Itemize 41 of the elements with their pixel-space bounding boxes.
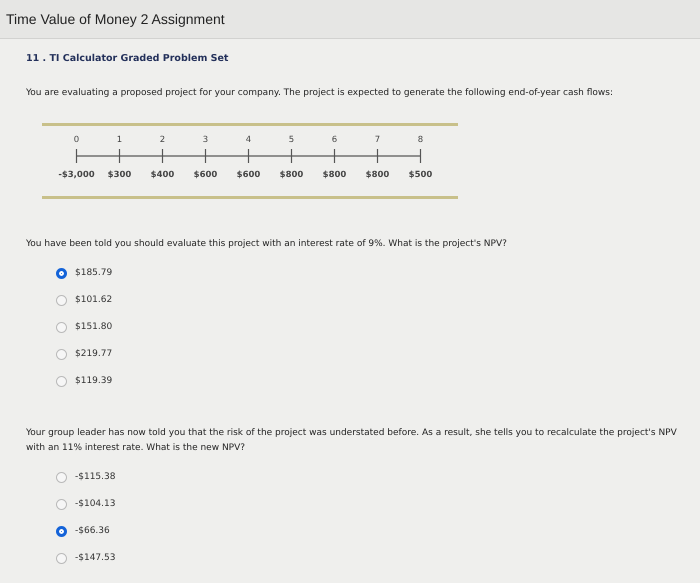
cash-flow-label: $800 <box>322 170 348 180</box>
cash-flow-label: -$3,000 <box>57 170 96 180</box>
option-label[interactable]: -$66.36 <box>75 526 110 536</box>
radio-button[interactable] <box>56 376 67 386</box>
option-label[interactable]: $119.39 <box>75 376 112 386</box>
option-label[interactable]: -$115.38 <box>75 472 116 482</box>
radio-button[interactable] <box>56 472 67 482</box>
cash-flow-label: $500 <box>408 170 434 180</box>
period-label: 6 <box>330 135 338 145</box>
period-label: 5 <box>288 135 296 145</box>
radio-button[interactable] <box>56 552 67 564</box>
option-label[interactable]: $185.79 <box>75 268 112 278</box>
period-label: 3 <box>202 135 210 145</box>
cash-flow-label: $800 <box>364 170 390 180</box>
period-label: 8 <box>416 135 424 145</box>
cash-flow-label: $600 <box>192 170 218 180</box>
question-text: You have been told you should evaluate this project with an interest rate of 9%. What is the project's NPV? <box>26 238 508 251</box>
radio-button[interactable] <box>56 348 67 360</box>
radio-button[interactable] <box>56 498 67 510</box>
period-label: 7 <box>374 135 382 145</box>
period-label: 1 <box>116 135 124 145</box>
cash-flow-label: $300 <box>106 170 132 180</box>
window-title: Time Value of Money 2 Assignment <box>6 11 225 27</box>
radio-button[interactable] <box>56 268 67 278</box>
problem-heading: 11 . TI Calculator Graded Problem Set <box>26 53 230 64</box>
radio-button[interactable] <box>56 294 67 306</box>
period-label: 4 <box>244 135 252 145</box>
cash-flow-label: $800 <box>278 170 304 180</box>
option-label[interactable]: -$104.13 <box>75 499 116 509</box>
option-label[interactable]: -$147.53 <box>75 553 116 563</box>
radio-button[interactable] <box>56 526 67 536</box>
radio-button[interactable] <box>56 322 67 332</box>
option-label[interactable]: $101.62 <box>75 295 112 305</box>
intro-text: You are evaluating a proposed project for your company. The project is expected to generate the following end-of-year cash flows: <box>26 87 614 100</box>
period-label: 2 <box>158 135 166 145</box>
question-text: Your group leader has now told you that the risk of the project was understated before. As a result, she tells you to recalculate the project's NPV with an 11% interest rate. What is the new NPV? <box>26 427 678 455</box>
option-label[interactable]: $219.77 <box>75 349 112 359</box>
cash-flow-label: $600 <box>236 170 262 180</box>
cash-flow-label: $400 <box>150 170 176 180</box>
option-label[interactable]: $151.80 <box>75 322 112 332</box>
period-label: 0 <box>72 135 80 145</box>
